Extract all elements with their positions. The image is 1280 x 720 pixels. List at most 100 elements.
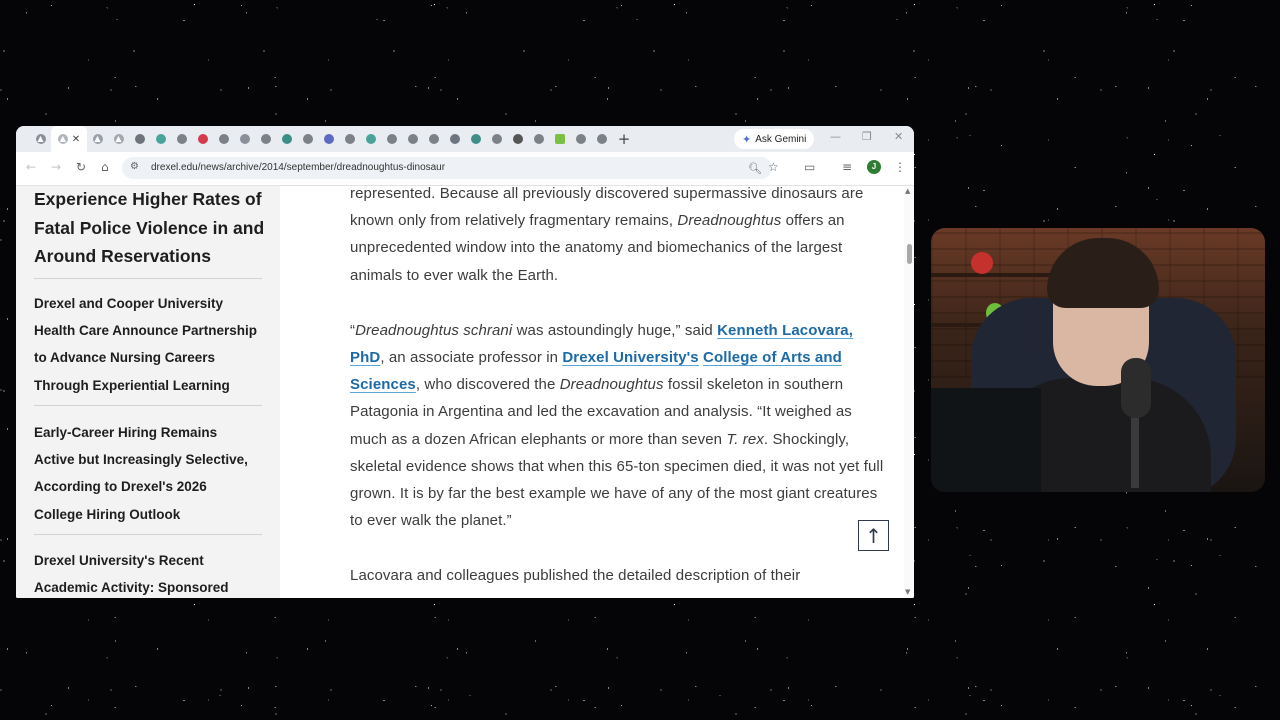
sidebar-divider xyxy=(34,405,262,406)
scroll-to-top-button[interactable]: ↑ xyxy=(858,520,889,551)
zoom-icon[interactable]: 🔍︎ xyxy=(748,162,762,175)
minimize-icon[interactable]: — xyxy=(830,130,841,143)
pocket-icon xyxy=(197,134,208,144)
menu-kebab-icon[interactable]: ⋮ xyxy=(894,160,906,174)
tab-strip-spacer xyxy=(16,126,30,152)
address-bar[interactable]: ⚙ drexel.edu/news/archive/2014/september… xyxy=(122,157,772,179)
home-icon[interactable]: ⌂ xyxy=(101,160,109,174)
cast-icon[interactable]: ▭ xyxy=(804,160,815,174)
tab-22[interactable] xyxy=(486,126,507,152)
sidebar-item-line: Drexel and Cooper University xyxy=(34,296,224,311)
italic-term: Dreadnoughtus xyxy=(559,376,664,394)
tab-27[interactable] xyxy=(591,126,612,152)
italic-term: Dreadnoughtus schrani xyxy=(355,321,513,339)
site-info-icon[interactable]: ⚙ xyxy=(130,161,139,172)
tab-7[interactable] xyxy=(171,126,192,152)
media-control-icon[interactable]: ≡ xyxy=(842,160,852,174)
ask-gemini-button[interactable]: ✦ Ask Gemini xyxy=(734,129,815,149)
tab-13[interactable] xyxy=(297,126,318,152)
scrollbar-thumb[interactable] xyxy=(907,244,912,264)
tab-17[interactable] xyxy=(381,126,402,152)
reload-icon[interactable]: ↻ xyxy=(76,160,86,174)
tab-25[interactable] xyxy=(549,126,570,152)
tab-20[interactable] xyxy=(444,126,465,152)
tab-4[interactable]: ▲ xyxy=(108,126,129,152)
tab-active[interactable]: ▲ ✕ xyxy=(51,126,87,152)
tab-26[interactable] xyxy=(570,126,591,152)
tab-23[interactable] xyxy=(507,126,528,152)
tab-9[interactable] xyxy=(213,126,234,152)
tab-3[interactable]: ▲ xyxy=(87,126,108,152)
sidebar-heading-line: Around Reservations xyxy=(34,246,211,266)
tab-24[interactable] xyxy=(528,126,549,152)
globe-icon xyxy=(176,134,187,144)
tab-strip: ▲ ▲ ✕ ▲ ▲ + ✦ Ask Gemini — ❐ ✕ xyxy=(16,126,914,152)
sidebar-item-line: College Hiring Outlook xyxy=(34,506,181,522)
sidebar-news-link-2[interactable]: Early-Career Hiring Remains Active but I… xyxy=(34,419,264,528)
tab-14[interactable] xyxy=(318,126,339,152)
browser-window: ▲ ▲ ✕ ▲ ▲ + ✦ Ask Gemini — ❐ ✕ ← → ↻ ⌂ ⚙… xyxy=(16,126,914,598)
sidebar-item-line: to Advance Nursing Careers xyxy=(34,350,216,366)
sidebar-divider xyxy=(34,278,262,279)
tab-5[interactable] xyxy=(129,126,150,152)
italic-term: Dreadnoughtus xyxy=(677,212,782,230)
tab-8[interactable] xyxy=(192,126,213,152)
sidebar-item-line: Early-Career Hiring Remains xyxy=(34,425,218,440)
globe-icon xyxy=(386,134,397,144)
tab-pinned-1[interactable]: ▲ xyxy=(30,126,51,152)
italic-term: T. rex xyxy=(726,430,764,448)
maximize-icon[interactable]: ❐ xyxy=(862,130,872,143)
wordpress-icon xyxy=(323,134,334,144)
tab-16[interactable] xyxy=(360,126,381,152)
scroll-up-arrow-icon[interactable]: ▲ xyxy=(905,187,910,195)
page-scrollbar[interactable]: ▲ ▼ xyxy=(904,186,914,598)
globe-icon xyxy=(596,134,607,144)
teal-icon xyxy=(470,134,481,144)
drexel-icon: ▲ xyxy=(92,134,103,144)
tab-18[interactable] xyxy=(402,126,423,152)
red-figure xyxy=(971,252,993,274)
article-body: represented. Because all previously disc… xyxy=(350,186,890,598)
arrow-up-icon: ↑ xyxy=(865,523,882,548)
related-news-sidebar: Experience Higher Rates of Fatal Police … xyxy=(16,186,280,598)
article-paragraph-1: represented. Because all previously disc… xyxy=(350,186,890,289)
sidebar-item-line: Through Experiential Learning xyxy=(34,377,230,393)
window-close-icon[interactable]: ✕ xyxy=(894,130,903,143)
link-drexel-university[interactable]: Drexel University's xyxy=(562,349,698,366)
wordpress-icon xyxy=(449,134,460,144)
tab-6[interactable] xyxy=(150,126,171,152)
article-paragraph-3: Lacovara and colleagues published the de… xyxy=(350,562,890,589)
profile-avatar[interactable]: J xyxy=(867,160,881,174)
sidebar-heading-line: Fatal Police Violence in and xyxy=(34,217,265,238)
teal-icon xyxy=(281,134,292,144)
tab-11[interactable] xyxy=(255,126,276,152)
drexel-icon: ▲ xyxy=(113,134,124,144)
gear-icon xyxy=(134,134,145,144)
tab-21[interactable] xyxy=(465,126,486,152)
page-viewport: Experience Higher Rates of Fatal Police … xyxy=(16,186,914,598)
sidebar-heading-link[interactable]: Experience Higher Rates of Fatal Police … xyxy=(34,186,270,271)
text-run: , who discovered the xyxy=(415,376,560,394)
close-icon[interactable]: ✕ xyxy=(72,134,80,145)
sidebar-item-line: Drexel University's Recent xyxy=(34,553,204,568)
sidebar-heading-line: Experience Higher Rates of xyxy=(34,189,262,209)
globe-icon xyxy=(155,134,166,144)
tab-10[interactable] xyxy=(234,126,255,152)
tab-15[interactable] xyxy=(339,126,360,152)
new-tab-button[interactable]: + xyxy=(612,130,636,148)
sidebar-item-line: Active but Increasingly Selective, xyxy=(34,452,248,468)
monitor xyxy=(931,388,1041,492)
ask-gemini-label: Ask Gemini xyxy=(755,133,807,145)
forward-icon[interactable]: → xyxy=(51,160,61,174)
scroll-down-arrow-icon[interactable]: ▼ xyxy=(905,588,910,596)
tab-19[interactable] xyxy=(423,126,444,152)
tab-12[interactable] xyxy=(276,126,297,152)
globe-icon xyxy=(428,134,439,144)
copilot-icon xyxy=(512,134,523,144)
url-text: drexel.edu/news/archive/2014/september/d… xyxy=(151,162,446,173)
back-icon[interactable]: ← xyxy=(26,160,36,174)
sidebar-news-link-3[interactable]: Drexel University's Recent Academic Acti… xyxy=(34,547,264,598)
sidebar-news-link-1[interactable]: Drexel and Cooper University Health Care… xyxy=(34,290,264,399)
bookmark-star-icon[interactable]: ☆ xyxy=(768,160,779,174)
sidebar-item-line: Academic Activity: Sponsored xyxy=(34,580,229,596)
